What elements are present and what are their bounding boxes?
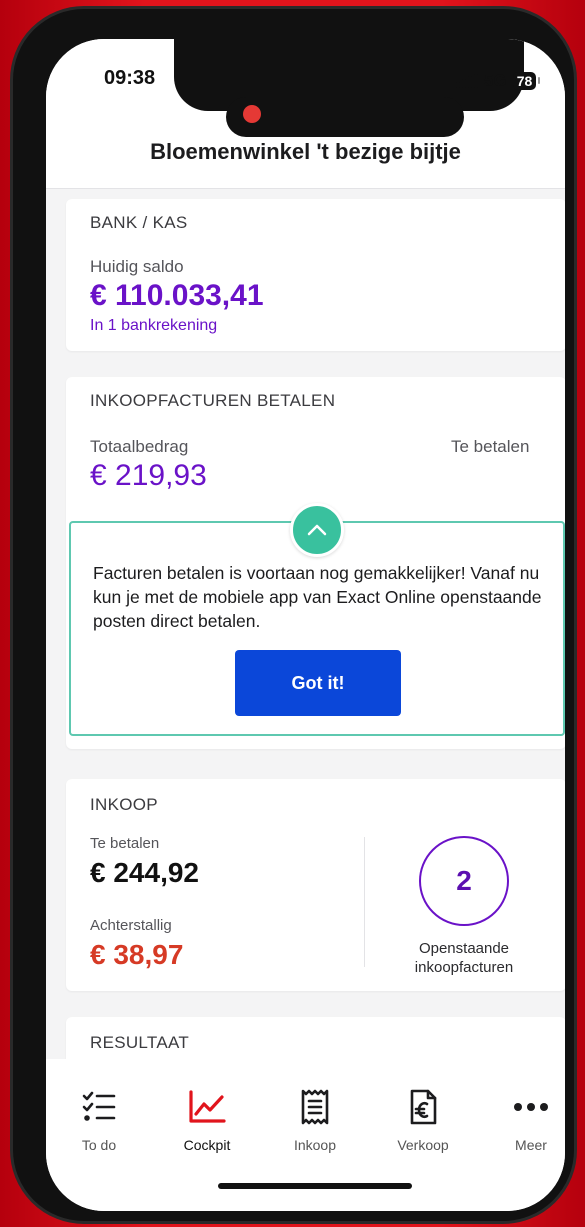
feature-tooltip: Facturen betalen is voortaan nog gemakke… [69, 503, 565, 736]
dynamic-island [226, 97, 464, 137]
tab-label: Cockpit [183, 1137, 231, 1153]
tooltip-message: Facturen betalen is voortaan nog gemakke… [93, 563, 542, 631]
open-invoices-count[interactable]: 2 [419, 836, 509, 926]
tab-label: To do [81, 1137, 117, 1153]
tab-meer[interactable]: Meer [486, 1087, 565, 1153]
bank-kas-card[interactable]: BANK / KAS Huidig saldo € 110.033,41 In … [66, 199, 565, 351]
page-title: Bloemenwinkel 't bezige bijtje [150, 139, 461, 164]
chevron-up-icon [307, 524, 327, 536]
tab-cockpit[interactable]: Cockpit [162, 1087, 252, 1153]
pay-label: Te betalen [451, 437, 530, 456]
battery-icon: 78 [512, 72, 540, 90]
open-invoices-caption: Openstaande inkoopfacturen [414, 940, 514, 976]
status-indicators: 5G 78 [456, 71, 540, 91]
total-label: Totaalbedrag [90, 437, 189, 456]
recording-indicator-icon [243, 105, 261, 123]
total-amount: € 219,93 [90, 459, 207, 492]
balance-amount: € 110.033,41 [90, 279, 264, 312]
tab-verkoop[interactable]: Verkoop [378, 1087, 468, 1153]
due-label: Te betalen [90, 835, 160, 852]
due-amount: € 244,92 [90, 857, 199, 888]
chart-icon [162, 1087, 252, 1127]
collapse-button[interactable] [290, 503, 344, 557]
divider [364, 837, 365, 967]
checklist-icon [54, 1087, 144, 1127]
balance-label: Huidig saldo [90, 257, 184, 276]
tab-label: Inkoop [293, 1137, 337, 1153]
app-screen: Bloemenwinkel 't bezige bijtje 09:38 5G … [46, 39, 565, 1211]
signal-icon [456, 74, 478, 88]
card-title: RESULTAAT [90, 1033, 190, 1052]
network-label: 5G [484, 71, 507, 90]
home-indicator [218, 1183, 412, 1189]
bank-accounts-link[interactable]: In 1 bankrekening [90, 317, 217, 335]
receipt-icon [270, 1087, 360, 1127]
got-it-button[interactable]: Got it! [235, 650, 401, 716]
inkoop-card[interactable]: INKOOP Te betalen € 244,92 Achterstallig… [66, 779, 565, 991]
overdue-amount: € 38,97 [90, 939, 184, 970]
invoice-euro-icon [378, 1087, 468, 1127]
overdue-label: Achterstallig [90, 917, 172, 934]
more-icon [486, 1087, 565, 1127]
tab-label: Verkoop [397, 1137, 449, 1153]
tab-inkoop[interactable]: Inkoop [270, 1087, 360, 1153]
tab-to-do[interactable]: To do [54, 1087, 144, 1153]
card-title: BANK / KAS [90, 213, 188, 232]
phone-frame: Bloemenwinkel 't bezige bijtje 09:38 5G … [10, 6, 577, 1224]
status-time: 09:38 [104, 67, 156, 89]
tab-label: Meer [515, 1137, 547, 1153]
card-title: INKOOPFACTUREN BETALEN [90, 391, 336, 410]
card-title: INKOOP [90, 795, 158, 814]
